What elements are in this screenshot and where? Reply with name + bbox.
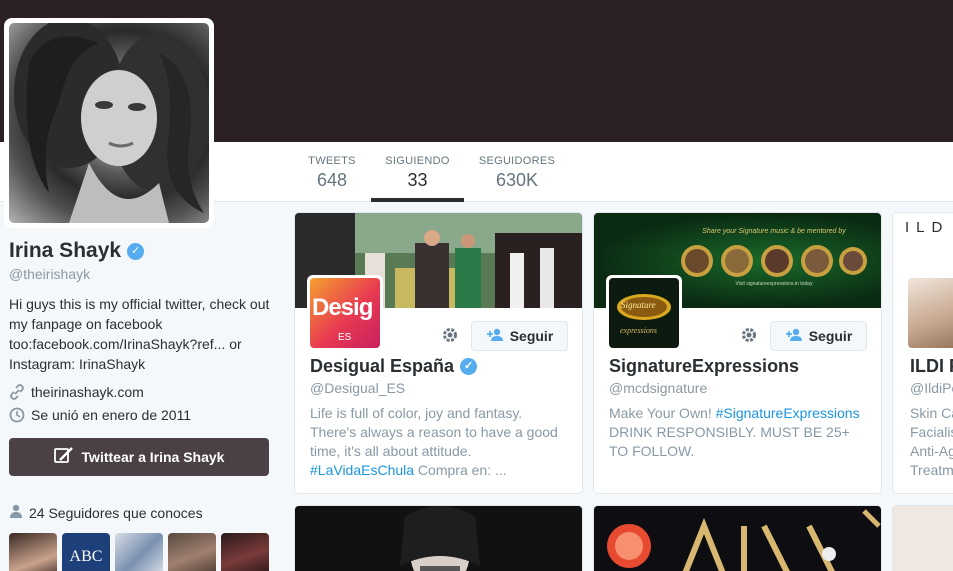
nav-following-label: SIGUIENDO	[385, 155, 450, 167]
user-card-row2-1[interactable]	[294, 505, 583, 571]
profile-website-row: theirinashayk.com	[9, 384, 271, 400]
follower-avatar[interactable]: ABC	[62, 533, 110, 571]
verified-badge-icon: ✓	[127, 242, 145, 260]
card-avatar[interactable]: Desig ES	[307, 275, 383, 351]
nav-tweets-count: 648	[316, 170, 348, 190]
signature-logo-subtext: expressions	[620, 326, 658, 335]
profile-website-link[interactable]: theirinashayk.com	[31, 384, 144, 400]
compose-icon	[53, 446, 74, 469]
person-icon	[9, 504, 23, 521]
profile-avatar-image	[9, 23, 209, 223]
card-bio-text: Compra en: ...	[414, 462, 507, 478]
desigual-logo: Desig ES	[310, 278, 380, 348]
desigual-logo-subtext: ES	[338, 332, 352, 343]
card-banner	[295, 506, 582, 571]
card-banner	[594, 506, 881, 571]
card-bio-text: Make Your Own!	[609, 405, 716, 421]
card-bio-line: Skin Ca	[910, 405, 953, 421]
desigual-logo-text: Desig	[312, 294, 373, 321]
profile-avatar[interactable]	[4, 18, 214, 228]
signature-banner-text: Share your Signature music & be mentored…	[702, 228, 846, 235]
nav-followers-label: SEGUIDORES	[478, 155, 556, 167]
card-handle[interactable]: @mcdsignature	[609, 380, 707, 396]
tweet-to-button-label: Twittear a Irina Shayk	[81, 449, 225, 465]
add-person-icon	[486, 328, 504, 344]
profile-name[interactable]: Irina Shayk	[9, 239, 121, 263]
gear-icon[interactable]	[441, 326, 459, 349]
signature-logo-text: Signature	[621, 300, 656, 310]
card-bio-hashtag[interactable]: #SignatureExpressions	[716, 405, 860, 421]
signature-logo: Signature expressions	[609, 278, 679, 348]
profile-name-row: Irina Shayk ✓	[9, 238, 271, 264]
card-name-text: ILDI P	[910, 356, 953, 376]
card-bio-line: Treatm	[910, 462, 953, 478]
user-card-signature[interactable]: Share your Signature music & be mentored…	[593, 212, 882, 494]
link-icon	[9, 384, 25, 400]
nav-following-count: 33	[407, 170, 428, 190]
tweet-to-button[interactable]: Twittear a Irina Shayk	[9, 438, 269, 476]
user-card-row2-3[interactable]	[892, 505, 953, 571]
follower-avatar[interactable]	[115, 533, 163, 571]
card-bio-text: Life is full of color, joy and fantasy. …	[310, 405, 558, 459]
card-bio: Life is full of color, joy and fantasy. …	[310, 404, 570, 480]
nav-tweets[interactable]: TWEETS 648	[300, 142, 364, 202]
ildi-banner-text: ILD	[905, 219, 950, 236]
nav-followers[interactable]: SEGUIDORES 630K	[474, 142, 560, 202]
follower-avatar[interactable]	[221, 533, 269, 571]
follow-button[interactable]: Seguir	[770, 321, 867, 351]
card-name[interactable]: SignatureExpressions	[609, 356, 799, 377]
gear-icon[interactable]	[740, 326, 758, 349]
card-name[interactable]: Desigual España ✓	[310, 356, 478, 377]
ildi-avatar-image	[908, 278, 953, 348]
follow-button-label: Seguir	[509, 328, 554, 344]
card-bio: Skin Ca Facialis Anti-Ag Treatm	[910, 404, 953, 480]
card-bio-line: Anti-Ag	[910, 443, 953, 459]
card-name-text: SignatureExpressions	[609, 356, 800, 376]
card-name[interactable]: ILDI P	[910, 356, 953, 377]
nav-tweets-label: TWEETS	[308, 155, 356, 167]
card-handle[interactable]: @IldiPe	[910, 380, 953, 396]
card-avatar[interactable]: Signature expressions	[606, 275, 682, 351]
profile-handle[interactable]: @theirishayk	[9, 266, 271, 282]
profile-bio: Hi guys this is my official twitter, che…	[9, 296, 270, 372]
profile-joined-row: Se unió en enero de 2011	[9, 407, 271, 423]
card-bio-hashtag[interactable]: #LaVidaEsChula	[310, 462, 414, 478]
add-person-icon	[785, 328, 803, 344]
signature-banner-subtext: Visit signatureexpressions.in today	[735, 281, 813, 287]
verified-badge-icon: ✓	[460, 358, 478, 375]
follow-button[interactable]: Seguir	[471, 321, 568, 351]
clock-icon	[9, 407, 25, 423]
card-name-text: Desigual España	[310, 356, 455, 376]
follower-avatar[interactable]	[9, 533, 57, 571]
nav-following[interactable]: SIGUIENDO 33	[371, 142, 464, 202]
followers-thumbnails: ABC	[9, 533, 271, 571]
follow-button-label: Seguir	[808, 328, 853, 344]
card-avatar[interactable]	[905, 275, 953, 351]
card-bio-text: DRINK RESPONSIBLY. MUST BE 25+ TO FOLLOW…	[609, 424, 850, 459]
followers-you-know-label: 24 Seguidores que conoces	[29, 504, 203, 521]
follower-avatar[interactable]	[168, 533, 216, 571]
nav-followers-count: 630K	[495, 170, 539, 190]
user-card-row2-2[interactable]	[593, 505, 882, 571]
card-bio: Make Your Own! #SignatureExpressions DRI…	[609, 404, 869, 461]
card-handle[interactable]: @Desigual_ES	[310, 380, 405, 396]
user-card-ildi[interactable]: ILD ILDI P @IldiPe Skin Ca Facialis Anti…	[892, 212, 953, 494]
card-bio-line: Facialis	[910, 424, 953, 440]
followers-you-know[interactable]: 24 Seguidores que conoces	[9, 504, 271, 521]
user-card-desigual[interactable]: Desig ES Seguir Desigual España ✓ @Desig…	[294, 212, 583, 494]
profile-sidebar: Irina Shayk ✓ @theirishayk Hi guys this …	[9, 238, 271, 571]
profile-joined-date: Se unió en enero de 2011	[31, 407, 192, 423]
